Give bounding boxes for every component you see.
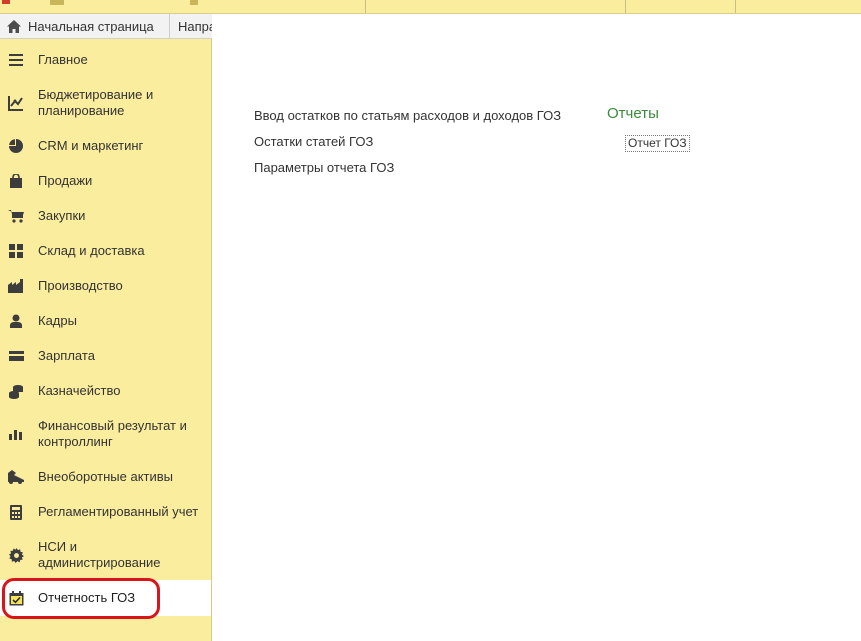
sidebar-item-label: Продажи [38, 173, 93, 188]
link-goz-report-params[interactable]: Параметры отчета ГОЗ [254, 160, 394, 175]
sidebar-item-label: Зарплата [38, 348, 95, 363]
tab-home[interactable]: Начальная страница [0, 14, 170, 38]
tab-bar: Начальная страница Напра [0, 14, 212, 39]
sidebar-item-label: Главное [38, 52, 88, 67]
sidebar-item-crm[interactable]: CRM и маркетинг [0, 135, 211, 157]
sidebar-item-main[interactable]: Главное [0, 49, 211, 71]
sidebar-item-label: Склад и доставка [38, 243, 145, 258]
coins-icon [8, 383, 24, 399]
sidebar-item-label-line2: администрирование [38, 555, 161, 570]
sidebar-item-label: Производство [38, 278, 123, 293]
calculator-icon [8, 504, 24, 520]
sidebar-item-label: Отчетность ГОЗ [38, 590, 136, 605]
sidebar-item-label-line2: контроллинг [38, 434, 113, 449]
sidebar-item-label: Кадры [38, 313, 77, 328]
sidebar-item-treasury[interactable]: Казначейство [0, 380, 211, 402]
sidebar-item-hr[interactable]: Кадры [0, 310, 211, 332]
sidebar-item-fixed-assets[interactable]: Внеоборотные активы [0, 466, 211, 488]
strip-divider [625, 0, 626, 13]
hamburger-icon [8, 52, 24, 68]
sidebar-item-production[interactable]: Производство [0, 275, 211, 297]
sections-sidebar: Главное Бюджетирование и планирование CR… [0, 39, 212, 641]
home-icon [0, 14, 28, 38]
strip-divider [735, 0, 736, 13]
reports-section-title: Отчеты [607, 105, 659, 122]
warehouse-grid-icon [8, 243, 24, 259]
sidebar-item-purchases[interactable]: Закупки [0, 205, 211, 227]
sidebar-item-nsi-admin[interactable]: НСИ и администрирование [0, 536, 211, 574]
budget-chart-icon [8, 95, 24, 111]
sidebar-item-label: Внеоборотные активы [38, 469, 174, 484]
tab-home-label: Начальная страница [28, 18, 154, 34]
section-content: Ввод остатков по статьям расходов и дохо… [212, 14, 861, 641]
bar-chart-icon [8, 426, 24, 442]
tab-next[interactable]: Напра [171, 14, 212, 38]
sidebar-item-label: НСИ и [38, 539, 77, 554]
sidebar-item-salary[interactable]: Зарплата [0, 345, 211, 367]
window-top-strip [0, 0, 861, 14]
wallet-icon [8, 348, 24, 364]
link-goz-balances[interactable]: Остатки статей ГОЗ [254, 134, 373, 149]
sidebar-item-label-line2: планирование [38, 103, 125, 118]
sidebar-item-budgeting[interactable]: Бюджетирование и планирование [0, 85, 211, 121]
tab-next-label: Напра [178, 18, 212, 34]
sidebar-item-goz-reporting[interactable]: Отчетность ГОЗ [0, 580, 211, 616]
link-goz-balances-input[interactable]: Ввод остатков по статьям расходов и дохо… [254, 108, 561, 123]
sidebar-item-label: Казначейство [38, 383, 121, 398]
factory-icon [8, 278, 24, 294]
strip-mark [50, 0, 64, 5]
sidebar-item-financial-result[interactable]: Финансовый результат и контроллинг [0, 415, 211, 453]
sidebar-item-warehouse[interactable]: Склад и доставка [0, 240, 211, 262]
app-logo-icon [2, 0, 10, 4]
sidebar-item-regulated-accounting[interactable]: Регламентированный учет [0, 501, 211, 523]
sidebar-item-label: Закупки [38, 208, 86, 223]
pie-chart-icon [8, 138, 24, 154]
sidebar-item-label: Финансовый результат и [38, 418, 187, 433]
gear-icon [8, 547, 24, 563]
report-link-goz[interactable]: Отчет ГОЗ [625, 135, 690, 152]
sidebar-item-label: Регламентированный учет [38, 504, 199, 519]
shopping-bag-icon [8, 173, 24, 189]
sidebar-item-label: Бюджетирование и [38, 87, 154, 102]
truck-icon [8, 469, 24, 485]
calendar-check-icon [8, 590, 24, 606]
sidebar-item-sales[interactable]: Продажи [0, 170, 211, 192]
cart-icon [8, 208, 24, 224]
strip-divider [365, 0, 366, 13]
sidebar-item-label: CRM и маркетинг [38, 138, 144, 153]
person-icon [8, 313, 24, 329]
strip-mark [190, 0, 198, 5]
